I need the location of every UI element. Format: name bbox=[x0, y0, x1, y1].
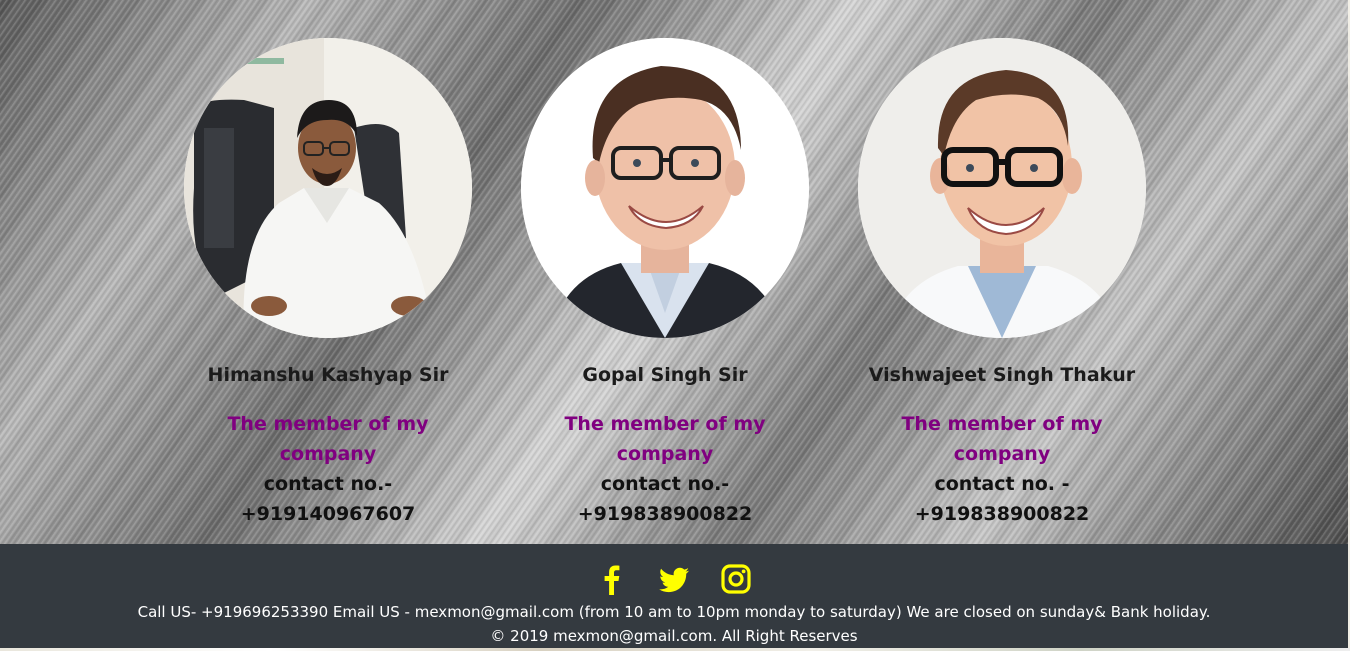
member-phone: +919838900822 bbox=[577, 503, 753, 525]
member-role: The member of my company bbox=[901, 413, 1103, 465]
member-photo bbox=[184, 38, 472, 338]
instagram-icon[interactable] bbox=[719, 562, 753, 596]
member-role: The member of my company bbox=[564, 413, 766, 465]
social-links bbox=[0, 562, 1348, 596]
member-phone: +919140967607 bbox=[240, 503, 416, 525]
member-phone: +919838900822 bbox=[914, 503, 1090, 525]
member-contact-label: contact no. - bbox=[934, 473, 1070, 495]
footer: Call US- +919696253390 Email US - mexmon… bbox=[0, 544, 1348, 648]
member-name: Gopal Singh Sir bbox=[582, 364, 748, 386]
team-section: Himanshu Kashyap Sir The member of my co… bbox=[0, 0, 1348, 544]
member-name: Himanshu Kashyap Sir bbox=[207, 364, 449, 386]
twitter-icon[interactable] bbox=[657, 562, 691, 596]
footer-contact-text: Call US- +919696253390 Email US - mexmon… bbox=[137, 603, 1211, 621]
facebook-icon[interactable] bbox=[595, 562, 629, 596]
member-photo bbox=[521, 38, 809, 338]
member-photo bbox=[858, 38, 1146, 338]
team-member-card: Himanshu Kashyap Sir The member of my co… bbox=[178, 38, 478, 529]
member-role: The member of my company bbox=[227, 413, 429, 465]
member-name: Vishwajeet Singh Thakur bbox=[868, 364, 1136, 386]
team-member-card: Vishwajeet Singh Thakur The member of my… bbox=[852, 38, 1152, 529]
member-contact-label: contact no.- bbox=[263, 473, 393, 495]
member-contact-label: contact no.- bbox=[600, 473, 730, 495]
footer-copyright: © 2019 mexmon@gmail.com. All Right Reser… bbox=[490, 627, 858, 645]
team-member-card: Gopal Singh Sir The member of my company… bbox=[515, 38, 815, 529]
